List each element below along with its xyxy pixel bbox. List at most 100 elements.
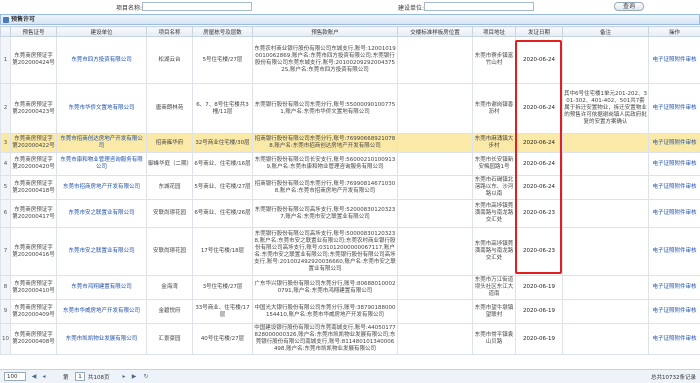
column-header[interactable]: 房屋栋号及层数 [192, 26, 253, 37]
cell-cert: 东莞商房预证字第202000409号 [10, 299, 57, 324]
table-row[interactable]: 7 东莞商房预证字第202000416号 东莞市安之联置业有限公司 安联尚璟花园 17号… [0, 227, 700, 276]
column-header[interactable]: 预售证号 [10, 26, 57, 37]
cell-company[interactable]: 东莞市鸿翔建置有限公司 [56, 275, 147, 300]
table-row[interactable]: 8 东莞商房预证字第202000410号 东莞市鸿翔建置有限公司 金海湾 3号住宅楼/2… [0, 275, 700, 300]
cell-op[interactable]: 电子证照附件审核 [648, 152, 700, 176]
cell-account: 东莞农村商业银行股份有限公司东城支行,账号:120010190010062869… [252, 36, 398, 84]
search-button[interactable]: 查询 [614, 2, 644, 11]
cell-company[interactable]: 东莞市华威房地产开发有限公司 [56, 299, 147, 324]
cell-company[interactable]: 东莞市康和物业管理咨询服务有限公司 [56, 152, 147, 176]
first-page-icon[interactable]: ◀ [30, 373, 38, 381]
column-header[interactable] [0, 26, 11, 37]
cell-addr: 东莞市长安镇新安梅园路1号 [472, 152, 516, 176]
cell-date: 2020-06-24 [515, 83, 563, 134]
column-header[interactable]: 项目地址 [472, 26, 516, 37]
column-header[interactable]: 交楼标准样板房位置 [397, 26, 473, 37]
project-name-input[interactable] [142, 2, 252, 11]
cell-remark [562, 227, 649, 276]
cell-n: 4 [0, 152, 11, 176]
company-link[interactable]: 东莞市安之联置业有限公司 [68, 248, 134, 254]
table-row[interactable]: 2 东莞商房预证字第202000423号 东莞市华侨文置地有限公司 唐商朗林苑 6、7、… [0, 83, 700, 134]
table-row[interactable]: 10 东莞商房预证字第202000408号 东莞市凯凯物业发展有限公司 汇景豪园 40号… [0, 323, 700, 355]
cell-n: 9 [0, 299, 11, 324]
page-prefix: 第 [63, 375, 69, 381]
cell-op[interactable]: 电子证照附件审核 [648, 83, 700, 134]
cell-op[interactable]: 电子证照附件审核 [648, 227, 700, 276]
cell-project: 唐商朗林苑 [146, 83, 193, 134]
prev-page-icon[interactable]: ◂ [40, 373, 48, 381]
e-license-review-link[interactable]: 电子证照附件审核 [652, 57, 696, 63]
cell-addr: 东莞市高埗镇莞潢南路与南龙路交汇处 [472, 227, 516, 276]
cell-sample [397, 175, 473, 200]
table-row[interactable]: 3 东莞商房预证字第202000422号 东莞市招商创达房地产开发有限公司 招商雍华府… [0, 133, 700, 153]
cell-project: 安联尚璟花园 [146, 227, 193, 276]
company-link[interactable]: 东莞市四方投资有限公司 [71, 57, 132, 63]
cell-company[interactable]: 东莞市招商创达房地产开发有限公司 [56, 133, 147, 153]
cell-op[interactable]: 电子证照附件审核 [648, 275, 700, 300]
company-link[interactable]: 东莞市招商创达房地产开发有限公司 [60, 136, 143, 149]
cell-bld: 40号住宅楼/27层 [192, 323, 253, 355]
cell-remark [562, 133, 649, 153]
cell-company[interactable]: 东莞市安之联置业有限公司 [56, 199, 147, 228]
company-link[interactable]: 东莞市安之联置业有限公司 [68, 210, 134, 216]
column-header[interactable]: 预售款账户 [252, 26, 398, 37]
column-header[interactable]: 项目名称 [146, 26, 193, 37]
cell-company[interactable]: 东莞市安之联置业有限公司 [56, 227, 147, 276]
panel-icon [3, 17, 9, 23]
column-header[interactable]: 操作 [648, 26, 700, 37]
page-size-select[interactable]: 100 [4, 372, 26, 381]
company-link[interactable]: 东莞市华威房地产开发有限公司 [63, 308, 140, 314]
e-license-review-link[interactable]: 电子证照附件审核 [652, 140, 696, 146]
e-license-review-link[interactable]: 电子证照附件审核 [652, 336, 696, 342]
cell-company[interactable]: 东莞市招商房地产开发有限公司 [56, 175, 147, 200]
table-row[interactable]: 9 东莞商房预证字第202000409号 东莞市华威房地产开发有限公司 金碧悦府 33号… [0, 299, 700, 324]
cell-addr: 东莞市高埗镇莞潢南路与南龙路交汇处 [472, 199, 516, 228]
column-header[interactable]: 备注 [562, 26, 649, 37]
cell-op[interactable]: 电子证照附件审核 [648, 133, 700, 153]
cell-op[interactable]: 电子证照附件审核 [648, 323, 700, 355]
cell-addr: 东莞市望牛墩镇望联村 [472, 299, 516, 324]
company-input[interactable] [424, 2, 534, 11]
cell-remark [562, 36, 649, 84]
page-number-input[interactable]: 1 [75, 372, 85, 381]
cell-account: 招商银行股份有限公司东莞分行,账号:769906689210788,账户名:东莞… [252, 133, 398, 153]
company-link[interactable]: 东莞市康和物业管理咨询服务有限公司 [60, 157, 143, 170]
company-link[interactable]: 东莞市招商房地产开发有限公司 [63, 184, 140, 190]
cell-company[interactable]: 东莞市华侨文置地有限公司 [56, 83, 147, 134]
cell-n: 1 [0, 36, 11, 84]
company-link[interactable]: 东莞市鸿翔建置有限公司 [71, 284, 132, 290]
e-license-review-link[interactable]: 电子证照附件审核 [652, 284, 696, 290]
e-license-review-link[interactable]: 电子证照附件审核 [652, 161, 696, 167]
cell-date: 2020-06-24 [515, 152, 563, 176]
cell-remark [562, 175, 649, 200]
table-row[interactable]: 4 东莞商房预证字第202000420号 东莞市康和物业管理咨询服务有限公司 御峰华庭… [0, 152, 700, 176]
e-license-review-link[interactable]: 电子证照附件审核 [652, 105, 696, 111]
cell-account: 东莞银行股份有限公司高埗支行,账号:520008301203237,账户名:东莞… [252, 199, 398, 228]
column-header[interactable]: 建设单位 [56, 26, 147, 37]
company-link[interactable]: 东莞市华侨文置地有限公司 [68, 105, 134, 111]
e-license-review-link[interactable]: 电子证照附件审核 [652, 308, 696, 314]
table-row[interactable]: 1 东莞商房预证字第202000424号 东莞市四方投资有限公司 松湖云台 5号住宅楼/… [0, 36, 700, 84]
cell-company[interactable]: 东莞市凯凯物业发展有限公司 [56, 323, 147, 355]
cell-project: 安联尚璟花园 [146, 199, 193, 228]
cell-date: 2020-06-24 [515, 175, 563, 200]
cell-company[interactable]: 东莞市四方投资有限公司 [56, 36, 147, 84]
e-license-review-link[interactable]: 电子证照附件审核 [652, 248, 696, 254]
table-row[interactable]: 6 东莞商房预证字第202000417号 东莞市安之联置业有限公司 安联尚璟花园 6号商… [0, 199, 700, 228]
cell-op[interactable]: 电子证照附件审核 [648, 175, 700, 200]
cell-date: 2020-06-24 [515, 36, 563, 84]
company-link[interactable]: 东莞市凯凯物业发展有限公司 [66, 336, 138, 342]
refresh-icon[interactable]: ↻ [142, 373, 150, 381]
presale-table: 预售证号 建设单位 项目名称 房屋栋号及层数 预售款账户 交楼标准样板房位置 项目地址 发证日… [0, 26, 700, 355]
cell-op[interactable]: 电子证照附件审核 [648, 199, 700, 228]
last-page-icon[interactable]: ▶ [130, 373, 138, 381]
cell-op[interactable]: 电子证照附件审核 [648, 36, 700, 84]
e-license-review-link[interactable]: 电子证照附件审核 [652, 184, 696, 190]
column-header[interactable]: 发证日期 [515, 26, 563, 37]
cell-sample [397, 83, 473, 134]
e-license-review-link[interactable]: 电子证照附件审核 [652, 210, 696, 216]
next-page-icon[interactable]: ▸ [120, 373, 128, 381]
table-row[interactable]: 5 东莞商房预证字第202000418号 东莞市招商房地产开发有限公司 东城花园 5号商… [0, 175, 700, 200]
cell-sample [397, 299, 473, 324]
cell-op[interactable]: 电子证照附件审核 [648, 299, 700, 324]
